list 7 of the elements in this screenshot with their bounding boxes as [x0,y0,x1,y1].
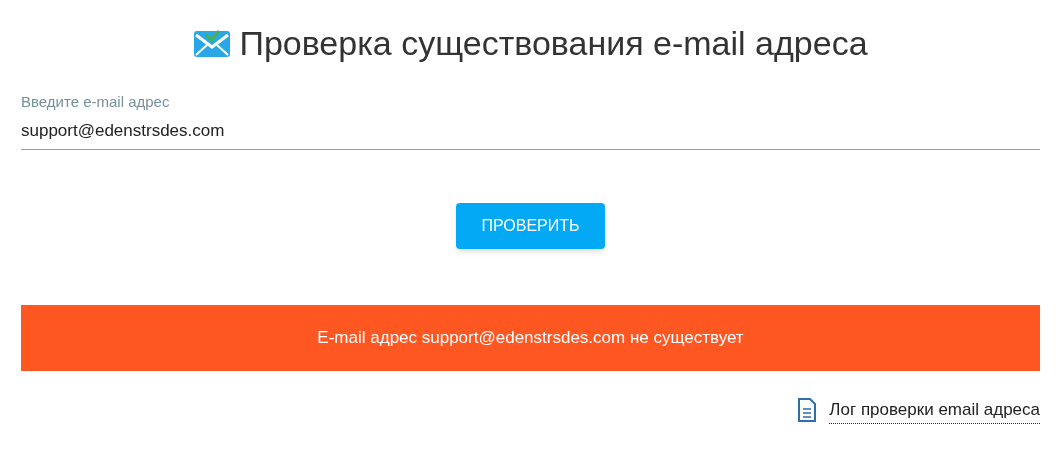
email-field[interactable]: support@edenstrsdes.com [21,117,1040,150]
document-icon [797,398,818,423]
result-message: E-mail адрес support@edenstrsdes.com не существует [317,327,744,350]
page-title: Проверка существования e-mail адреса [239,23,868,64]
field-label: Введите e-mail адрес [21,92,171,112]
envelope-icon [193,28,232,59]
log-link[interactable]: Лог проверки email адреса [829,397,1040,424]
